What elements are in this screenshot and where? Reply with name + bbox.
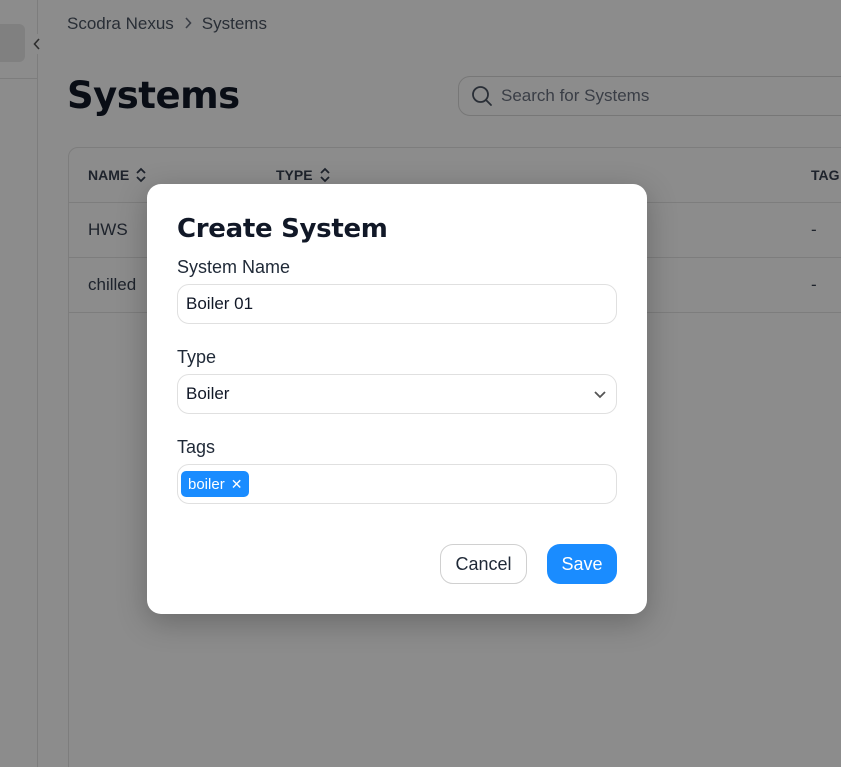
system-name-field[interactable] [177, 284, 617, 324]
save-button[interactable]: Save [547, 544, 617, 584]
chevron-down-icon [594, 391, 606, 399]
system-name-input[interactable] [186, 294, 608, 314]
cancel-button[interactable]: Cancel [440, 544, 527, 584]
dialog-title: Create System [177, 214, 388, 244]
tags-label: Tags [177, 437, 216, 457]
tag-chip: boiler ✕ [181, 471, 250, 497]
close-icon[interactable]: ✕ [231, 476, 243, 493]
create-system-dialog: Create System System Name Type Boiler Ta… [147, 184, 647, 614]
type-label: Type [177, 347, 217, 367]
type-select[interactable]: Boiler [177, 374, 617, 414]
type-selected-value: Boiler [186, 384, 230, 403]
tag-chip-label: boiler [188, 475, 225, 493]
tags-input[interactable]: boiler ✕ [177, 464, 617, 504]
system-name-label: System Name [177, 257, 291, 277]
